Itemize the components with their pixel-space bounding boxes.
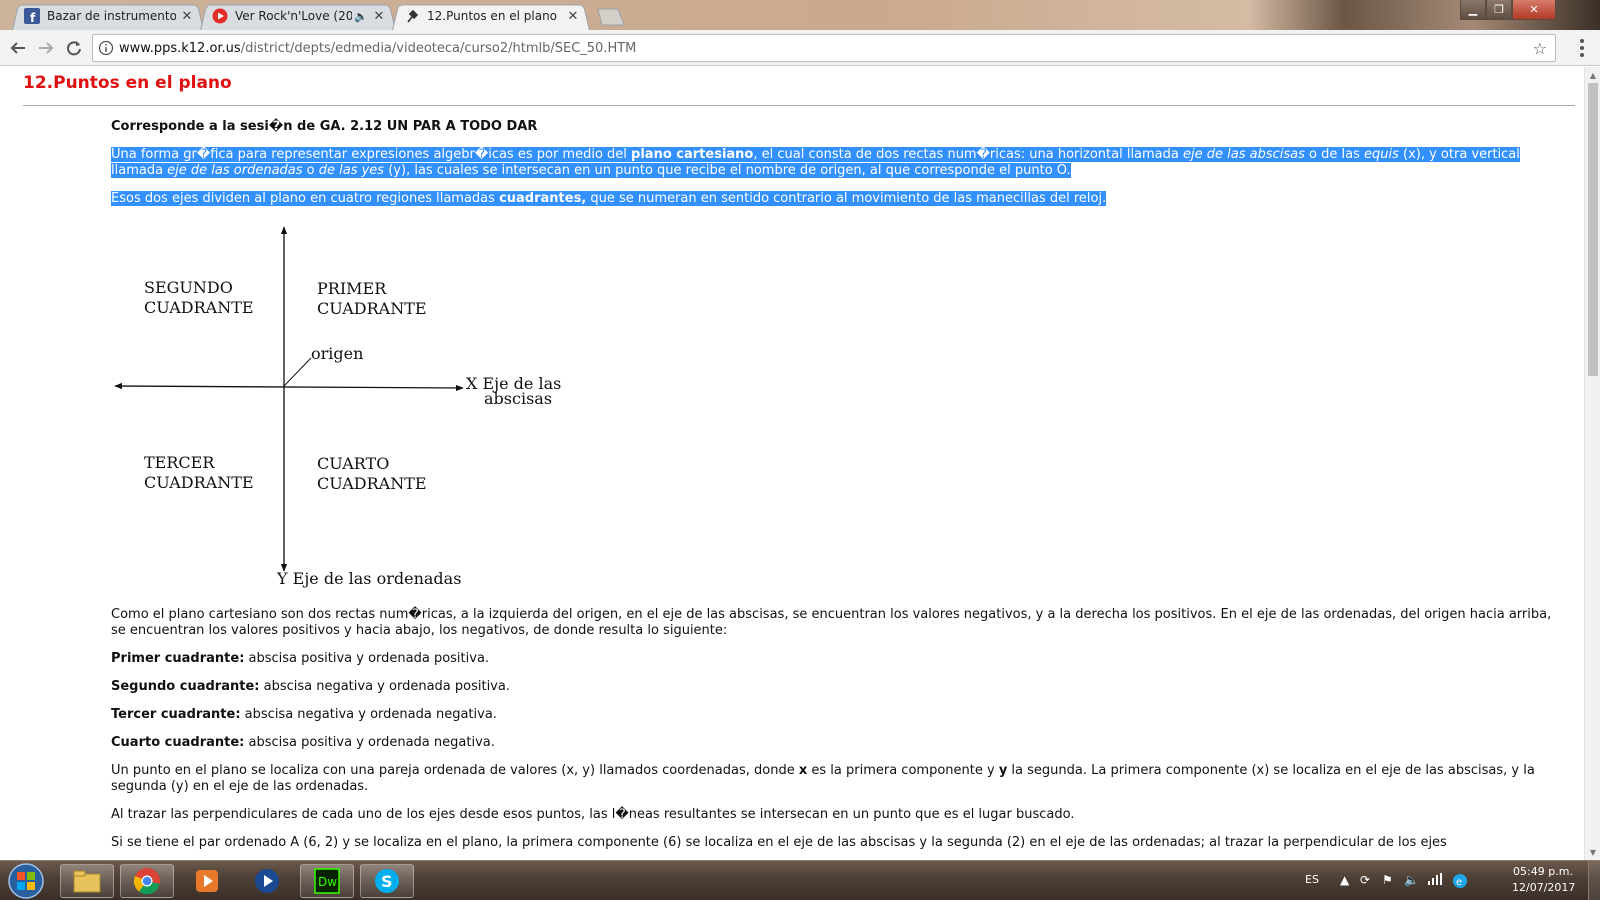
tab-label: Ver Rock'n'Love (2011	[235, 9, 353, 23]
svg-text:f: f	[30, 11, 36, 24]
ie-tray-icon[interactable]: e	[1452, 873, 1468, 892]
back-arrow-icon	[10, 42, 25, 54]
clock-time: 05:49 p.m.	[1513, 865, 1573, 878]
youtube-play-icon	[212, 8, 228, 24]
article-content: Corresponde a la sesi�n de GA. 2.12 UN P…	[111, 119, 1566, 860]
svg-text:Dw: Dw	[318, 875, 337, 889]
minimize-button[interactable]: ▁	[1460, 0, 1486, 20]
close-window-button[interactable]: ✕	[1512, 0, 1556, 20]
tab-close-icon[interactable]: ✕	[372, 9, 386, 24]
reload-icon	[67, 41, 81, 56]
page-viewport: 12.Puntos en el plano Corresponde a la s…	[0, 67, 1584, 860]
skype-icon[interactable]: S	[360, 864, 414, 898]
svg-text:S: S	[381, 872, 393, 891]
bookmark-star-icon[interactable]: ☆	[1533, 39, 1547, 58]
sync-icon[interactable]: ⟳	[1360, 873, 1370, 887]
system-clock[interactable]: 05:49 p.m. 12/07/2017	[1512, 864, 1576, 896]
tab-close-icon[interactable]: ✕	[566, 9, 580, 24]
label-segundo-cuadrante: SEGUNDO CUADRANTE	[144, 278, 254, 317]
origin-pointer	[283, 357, 312, 387]
page-title: 12.Puntos en el plano	[23, 73, 232, 93]
back-button[interactable]	[8, 38, 28, 58]
browser-toolbar: www.pps.k12.or.us/district/depts/edmedia…	[0, 30, 1600, 66]
scroll-down-icon[interactable]: ▼	[1585, 844, 1600, 860]
label-eje-ordenadas: Y Eje de las ordenadas	[277, 569, 462, 588]
scroll-up-icon[interactable]: ▲	[1585, 67, 1600, 83]
quadrant-item: Cuarto cuadrante: abscisa positiva y ord…	[111, 735, 495, 750]
windows-taskbar: Dw S ES ▲ ⟳ ⚑ 🔈 e 05:49 p.m. 12/07/2017	[0, 860, 1600, 900]
clock-date: 12/07/2017	[1512, 881, 1576, 894]
file-explorer-icon[interactable]	[60, 864, 114, 898]
label-tercer-cuadrante: TERCER CUADRANTE	[144, 453, 254, 492]
tab-close-icon[interactable]: ✕	[180, 9, 194, 24]
action-center-flag-icon[interactable]: ⚑	[1382, 873, 1393, 887]
pin-icon	[404, 8, 420, 24]
label-origen: origen	[311, 344, 364, 363]
info-icon[interactable]	[93, 40, 119, 56]
url-host: www.pps.k12.or.us	[119, 40, 241, 56]
forward-button[interactable]	[36, 38, 56, 58]
network-signal-icon[interactable]	[1428, 873, 1442, 888]
browser-titlebar: f Bazar de instrumentos m ✕ Ver Rock'n'L…	[0, 0, 1600, 30]
address-bar[interactable]: www.pps.k12.or.us/district/depts/edmedia…	[92, 34, 1556, 62]
speaker-icon[interactable]: 🔈	[354, 10, 368, 23]
paragraph-perpendiculares: Al trazar las perpendiculares de cada un…	[111, 807, 1075, 822]
tab-facebook[interactable]: f Bazar de instrumentos m ✕	[12, 2, 204, 30]
new-tab-button[interactable]	[592, 8, 628, 26]
tab-label: 12.Puntos en el plano	[427, 9, 558, 23]
paragraph-ejemplo: Si se tiene el par ordenado A (6, 2) y s…	[111, 835, 1447, 850]
vertical-scrollbar[interactable]: ▲ ▼	[1584, 67, 1600, 860]
reload-button[interactable]	[64, 38, 84, 58]
volume-icon[interactable]: 🔈	[1404, 873, 1419, 887]
show-hidden-icons-icon[interactable]: ▲	[1340, 873, 1349, 887]
paragraph-plano-cartesiano: Una forma gr�fica para representar expre…	[111, 147, 1520, 178]
tab-label: Bazar de instrumentos m	[47, 9, 176, 23]
quadrant-item: Segundo cuadrante: abscisa negativa y or…	[111, 679, 510, 694]
chrome-icon[interactable]	[120, 864, 174, 898]
facebook-icon: f	[24, 8, 40, 24]
horizontal-axis	[114, 382, 464, 392]
label-cuarto-cuadrante: CUARTO CUADRANTE	[317, 454, 427, 493]
media-center-icon[interactable]	[240, 864, 294, 898]
dreamweaver-icon[interactable]: Dw	[300, 864, 354, 898]
chrome-menu-button[interactable]	[1572, 38, 1592, 58]
language-indicator[interactable]: ES	[1305, 873, 1319, 886]
svg-text:e: e	[1456, 877, 1462, 888]
show-desktop-button[interactable]	[1588, 861, 1600, 900]
label-eje-abscisas: X Eje de las abscisas	[466, 374, 562, 408]
quadrant-item: Primer cuadrante: abscisa positiva y ord…	[111, 651, 490, 666]
url-path: /district/depts/edmedia/videoteca/curso2…	[240, 40, 637, 56]
paragraph-cuadrantes: Esos dos ejes dividen al plano en cuatro…	[111, 191, 1107, 206]
start-button[interactable]	[4, 862, 48, 900]
scrollbar-thumb[interactable]	[1588, 83, 1598, 376]
forward-arrow-icon	[39, 42, 54, 54]
media-player-icon[interactable]	[180, 864, 234, 898]
quadrant-item: Tercer cuadrante: abscisa negativa y ord…	[111, 707, 497, 722]
paragraph-coordenadas: Un punto en el plano se localiza con una…	[111, 763, 1535, 794]
paragraph-valores: Como el plano cartesiano son dos rectas …	[111, 607, 1552, 638]
title-divider	[23, 105, 1575, 106]
maximize-button[interactable]: ❐	[1486, 0, 1512, 20]
windows-logo-icon	[8, 863, 44, 899]
tab-puntos-en-el-plano[interactable]: 12.Puntos en el plano ✕	[392, 2, 590, 30]
session-reference: Corresponde a la sesi�n de GA. 2.12 UN P…	[111, 119, 538, 134]
cartesian-plane-diagram: SEGUNDO CUADRANTE PRIMER CUADRANTE origen …	[111, 219, 571, 592]
label-primer-cuadrante: PRIMER CUADRANTE	[317, 279, 427, 318]
tab-youtube[interactable]: Ver Rock'n'Love (2011 🔈 ✕	[200, 2, 396, 30]
system-tray: ES ▲ ⟳ ⚑ 🔈 e 05:49 p.m. 12/07/2017	[1300, 861, 1600, 900]
